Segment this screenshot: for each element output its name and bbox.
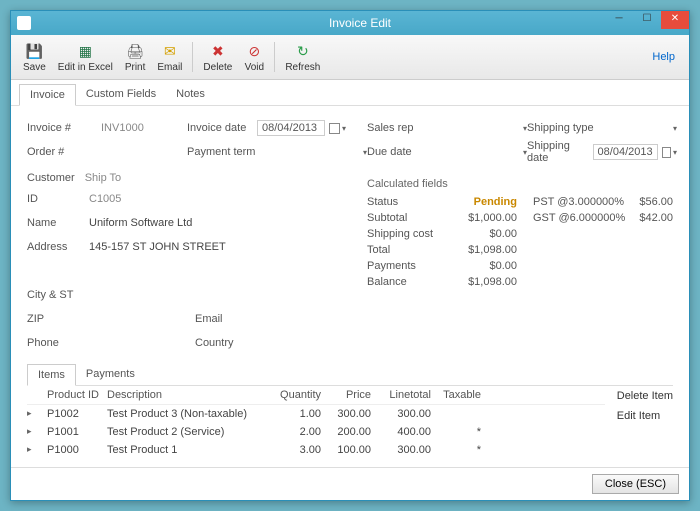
col-quantity: Quantity [277,389,327,401]
expand-icon[interactable]: ▸ [27,408,47,420]
total-value: $1,098.00 [457,244,517,256]
delete-button[interactable]: ✖Delete [197,39,238,75]
help-link[interactable]: Help [652,51,683,63]
chevron-down-icon[interactable]: ▾ [342,124,346,133]
city-st-label: City & ST [27,289,85,301]
customer-name-label: Name [27,217,85,229]
minimize-button[interactable]: ─ [605,11,633,29]
maximize-button[interactable]: ☐ [633,11,661,29]
void-icon: ⊘ [244,41,264,61]
close-esc-button[interactable]: Close (ESC) [592,474,679,494]
shipping-type-label: Shipping type [527,122,607,134]
invoice-no-field[interactable]: INV1000 [97,121,177,135]
calculated-fields-label: Calculated fields [367,178,673,190]
separator [192,42,193,72]
shipcost-label: Shipping cost [367,228,433,240]
invoice-date-label: Invoice date [187,122,257,134]
toolbar: 💾Save ▦Edit in Excel 🖨Print ✉Email ✖Dele… [11,35,689,80]
shipcost-value: $0.00 [457,228,517,240]
chevron-down-icon[interactable]: ▾ [673,124,677,133]
status-label: Status [367,196,398,208]
payments-value: $0.00 [457,260,517,272]
shipping-date-checkbox[interactable] [662,147,671,158]
invoice-no-label: Invoice # [27,122,97,134]
customer-address-label: Address [27,241,85,253]
customer-address-field[interactable]: 145-157 ST JOHN STREET [85,240,230,254]
col-linetotal: Linetotal [377,389,437,401]
balance-value: $1,098.00 [457,276,517,288]
shipping-date-label: Shipping date [527,140,593,164]
payment-term-label: Payment term [187,146,257,158]
pst-value: $56.00 [639,196,673,208]
titlebar: Invoice Edit ─ ☐ ✕ [11,11,689,35]
table-row[interactable]: ▸ P1000 Test Product 1 3.00 100.00 300.0… [27,441,605,459]
balance-label: Balance [367,276,407,288]
footer: Close (ESC) [11,467,689,500]
expand-icon[interactable]: ▸ [27,444,47,456]
app-icon [17,16,31,30]
invoice-date-checkbox[interactable] [329,123,340,134]
status-value: Pending [457,196,517,208]
tab-invoice[interactable]: Invoice [19,84,76,106]
customer-id-field[interactable]: C1005 [85,192,165,206]
customer-section-label: Customer [27,172,75,184]
save-button[interactable]: 💾Save [17,39,52,75]
col-taxable: Taxable [437,389,487,401]
col-description: Description [107,389,277,401]
shipto-tab[interactable]: Ship To [85,172,122,184]
phone-label: Phone [27,337,85,349]
tab-payments[interactable]: Payments [76,364,145,385]
sales-rep-label: Sales rep [367,122,437,134]
content-area: Invoice #INV1000 Invoice date08/04/2013▾… [11,106,689,467]
void-button[interactable]: ⊘Void [238,39,270,75]
payments-label: Payments [367,260,416,272]
email-label: Email [195,313,253,325]
invoice-date-field[interactable]: 08/04/2013 [257,120,325,136]
country-label: Country [195,337,253,349]
delete-icon: ✖ [208,41,228,61]
customer-id-label: ID [27,193,85,205]
chevron-down-icon[interactable]: ▾ [673,148,677,157]
tab-items[interactable]: Items [27,364,76,386]
edit-item-button[interactable]: Edit Item [617,406,673,426]
shipping-date-field[interactable]: 08/04/2013 [593,144,658,160]
table-row[interactable]: ▸ P1002 Test Product 3 (Non-taxable) 1.0… [27,405,605,423]
subtotal-value: $1,000.00 [457,212,517,224]
email-button[interactable]: ✉Email [151,39,188,75]
items-tabs: Items Payments [27,358,673,386]
pst-label: PST @3.000000% [533,196,624,208]
print-button[interactable]: 🖨Print [119,39,152,75]
refresh-icon: ↻ [293,41,313,61]
close-button[interactable]: ✕ [661,11,689,29]
edit-excel-button[interactable]: ▦Edit in Excel [52,39,119,75]
col-product-id: Product ID [47,389,107,401]
tab-notes[interactable]: Notes [166,84,215,105]
expand-icon[interactable]: ▸ [27,426,47,438]
separator [274,42,275,72]
email-icon: ✉ [160,41,180,61]
save-icon: 💾 [24,41,44,61]
total-label: Total [367,244,390,256]
customer-name-field[interactable]: Uniform Software Ltd [85,216,196,230]
zip-label: ZIP [27,313,85,325]
tab-custom-fields[interactable]: Custom Fields [76,84,166,105]
window-title: Invoice Edit [329,16,391,30]
items-table: Product ID Description Quantity Price Li… [27,386,605,459]
subtotal-label: Subtotal [367,212,407,224]
col-price: Price [327,389,377,401]
items-header: Product ID Description Quantity Price Li… [27,386,605,405]
print-icon: 🖨 [125,41,145,61]
due-date-label: Due date [367,146,437,158]
main-tabs: Invoice Custom Fields Notes [11,80,689,106]
gst-label: GST @6.000000% [533,212,625,224]
invoice-edit-window: Invoice Edit ─ ☐ ✕ 💾Save ▦Edit in Excel … [10,10,690,501]
excel-icon: ▦ [75,41,95,61]
gst-value: $42.00 [639,212,673,224]
refresh-button[interactable]: ↻Refresh [279,39,326,75]
order-no-label: Order # [27,146,97,158]
table-row[interactable]: ▸ P1001 Test Product 2 (Service) 2.00 20… [27,423,605,441]
delete-item-button[interactable]: Delete Item [617,386,673,406]
item-actions: Delete Item Edit Item [605,386,673,459]
